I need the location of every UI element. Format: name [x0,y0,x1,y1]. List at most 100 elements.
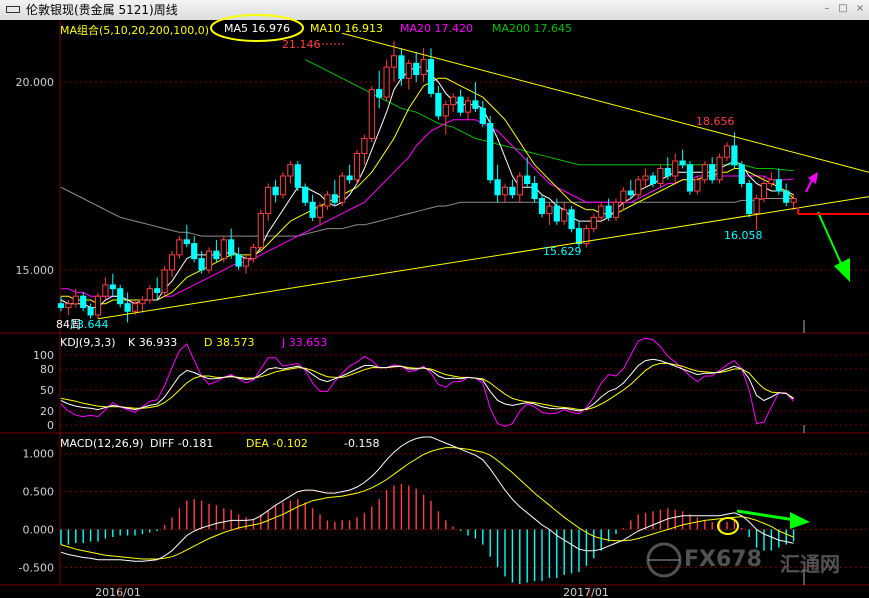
candle-up [672,160,679,177]
candle-down [228,239,235,256]
candle-up [339,175,346,203]
candle-up [287,164,294,177]
candle-up [694,179,701,192]
candle-up [590,216,597,230]
candle-up [464,100,472,113]
candle-down [487,122,494,181]
macd-y-tick-label: 1.000 [23,448,55,461]
candle-down [494,179,501,196]
candle-down [87,306,94,316]
ma200-legend: MA200 17.645 [492,22,572,35]
candle-up [176,239,183,256]
candle-up [620,190,627,203]
candle-down [346,175,353,181]
candle-down [709,164,716,181]
candle-up [390,55,398,68]
candle-up [94,295,102,316]
macd-arrow-head [790,512,810,529]
candle-down [783,190,790,203]
candle-down [568,209,575,230]
ma-group-legend: MA组合(5,10,20,200,100,0) [60,24,210,37]
main-panel: 15.000 20.000 [16,32,869,323]
up-arrow-head [808,172,818,184]
candle-up [102,284,109,297]
kdj-y-tick-label: 80 [40,363,54,376]
candle-down [427,59,435,94]
watermark-brand: FX678 [684,547,762,572]
candle-up [546,205,553,215]
main-y-tick-label: 20.000 [16,76,55,89]
candle-down [183,239,190,245]
candle-up [642,175,649,181]
ma100-line [60,186,794,237]
down-arrow-shaft [817,211,844,269]
macd-value-legend: -0.158 [344,437,380,450]
main-y-tick-label: 15.000 [16,264,55,277]
candle-down [213,250,220,260]
candle-up [383,66,390,98]
candle-down [398,55,405,79]
candle-up [146,288,153,301]
candle-up [760,183,768,200]
candle-up [561,209,568,222]
candle-down [731,145,738,166]
candle-down [154,288,161,293]
macd-y-tick-label: -0.500 [19,561,54,574]
candle-up [723,145,731,158]
candle-down [57,303,65,308]
candle-down [627,190,634,196]
candle-down [191,243,198,260]
candle-up [257,213,264,248]
candlestick-chart[interactable]: 15.000 20.000 020 50 80100 -0.500 0.000 0.500… [0,0,869,598]
kdj-panel: 020 50 80100 [33,337,869,432]
ma20-line [61,119,794,301]
candle-up [205,250,213,271]
candle-down [413,62,420,76]
candle-down [302,186,309,203]
candle-up [161,269,168,293]
candle-down [294,164,301,188]
candle-up [242,258,250,267]
candle-down [109,284,116,290]
candle-up [657,167,664,185]
candle-up [250,246,257,260]
macd-dea-legend: DEA -0.102 [246,437,308,450]
candle-up [420,59,427,76]
macd-legend-name: MACD(12,26,9) [60,437,144,450]
candle-up [65,303,72,308]
macd-y-tick-label: 0.500 [23,486,55,499]
candle-down [524,175,531,185]
watermark-cn: 汇通网 [780,552,840,576]
kdj-y-tick-label: 100 [33,349,54,362]
kdj-j-legend: J 33.653 [282,336,328,349]
candle-down [553,205,560,222]
kdj-d-legend: D 38.573 [204,336,255,349]
candle-up [279,175,287,196]
cycle-label: 84周 [56,318,81,331]
ma10-legend: MA10 16.913 [310,22,383,35]
candle-up [265,186,272,215]
candle-up [405,62,412,79]
candle-down [457,96,464,113]
candle-up [353,152,361,181]
candle-down [738,164,745,185]
kdj-y-tick-label: 20 [40,405,54,418]
candle-down [509,186,516,196]
kdj-k-legend: K 36.933 [128,336,178,349]
macd-diff-legend: DIFF -0.181 [150,437,214,450]
grid-layer [0,20,869,586]
candle-down [649,175,657,185]
candle-up [324,194,331,207]
candle-up [716,156,723,181]
macd-y-tick-label: 0.000 [23,523,55,536]
kdj-y-tick-label: 50 [40,384,54,397]
high-annotation: 21.146 [282,38,321,51]
candle-up [220,239,227,260]
candle-down [531,183,538,200]
x-axis-label: 2017/01 [563,586,609,598]
candle-up [501,186,509,196]
candle-up [598,205,605,218]
candle-down [272,186,279,196]
annotation-layer: 2016/01 2017/01 [95,14,869,598]
ma5-line [60,66,794,308]
